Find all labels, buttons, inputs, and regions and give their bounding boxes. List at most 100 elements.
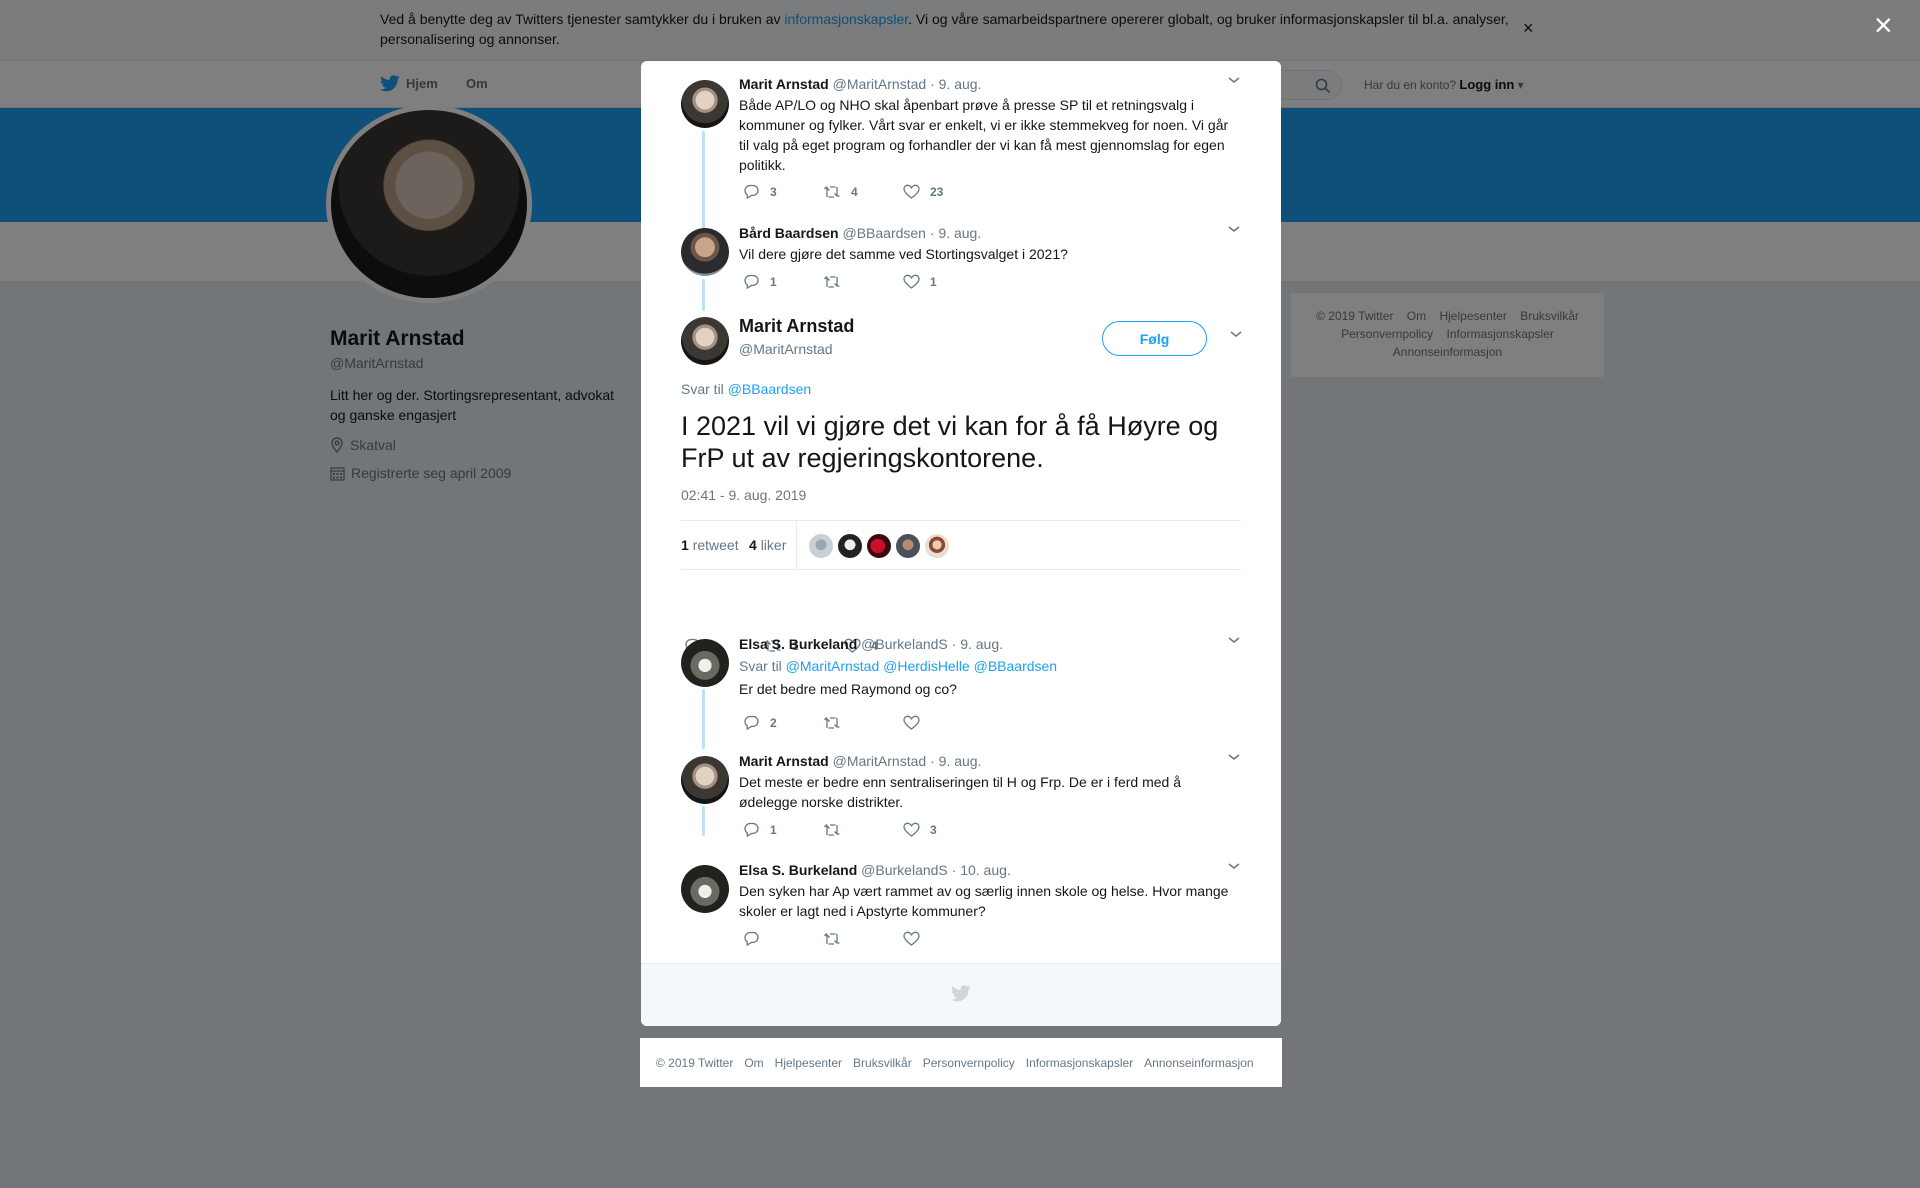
tweet-text: Vil dere gjøre det samme ved Stortingsva…	[739, 246, 1068, 262]
tweet-author-handle[interactable]: @BurkelandS	[861, 862, 948, 878]
chevron-down-icon[interactable]	[1227, 224, 1241, 234]
tweet-date[interactable]: · 9. aug.	[930, 76, 981, 92]
reply-icon	[744, 274, 759, 289]
reply-button[interactable]: 3	[743, 184, 823, 199]
tweet-author-name[interactable]: Bård Baardsen	[739, 225, 839, 241]
reply-tweet[interactable]: Marit Arnstad @MaritArnstad · 9. aug. De…	[681, 752, 1241, 852]
like-button[interactable]: 3	[903, 822, 983, 837]
reply-tweet[interactable]: Elsa S. Burkeland @BurkelandS · 10. aug.…	[681, 861, 1241, 961]
heart-icon	[903, 822, 920, 837]
reply-button[interactable]: 1	[743, 274, 823, 289]
retweet-button[interactable]	[823, 932, 903, 946]
twitter-bird-icon	[951, 985, 971, 1002]
tweet-author-handle[interactable]: @BurkelandS	[861, 636, 948, 652]
tweet-text: Det meste er bedre enn sentraliseringen …	[739, 774, 1181, 810]
retweet-icon	[824, 185, 840, 198]
tweet-author-handle[interactable]: @MaritArnstad	[833, 753, 927, 769]
reply-icon	[744, 931, 759, 946]
like-button[interactable]	[903, 931, 983, 946]
reply-button[interactable]: 1	[743, 822, 823, 837]
footer-link-cookies[interactable]: Informasjonskapsler	[1026, 1056, 1133, 1070]
tweet-text: I 2021 vil vi gjøre det vi kan for å få …	[681, 411, 1219, 473]
avatar[interactable]	[681, 639, 729, 687]
tweet-date[interactable]: · 9. aug.	[930, 753, 981, 769]
tweet-author-handle[interactable]: @MaritArnstad	[739, 341, 833, 357]
footer-link-privacy[interactable]: Personvernpolicy	[923, 1056, 1015, 1070]
tweet-actions: 3 4 23	[743, 184, 983, 199]
bottom-footer: © 2019 Twitter Om Hjelpesenter Bruksvilk…	[640, 1038, 1282, 1087]
thread-tweet[interactable]: Bård Baardsen @BBaardsen · 9. aug. Vil d…	[681, 224, 1241, 304]
tweet-date[interactable]: · 9. aug.	[952, 636, 1003, 652]
tweet-text: Både AP/LO og NHO skal åpenbart prøve å …	[739, 97, 1229, 173]
modal-footer	[641, 963, 1281, 1026]
retweet-icon	[824, 932, 840, 945]
avatar[interactable]	[681, 80, 729, 128]
footer-copyright: © 2019 Twitter	[656, 1055, 734, 1070]
tweet-author-handle[interactable]: @MaritArnstad	[833, 76, 927, 92]
heart-icon	[903, 715, 920, 730]
reply-button[interactable]	[743, 931, 823, 946]
like-count[interactable]: 4 liker	[749, 537, 786, 553]
avatar[interactable]	[838, 534, 862, 558]
retweet-button[interactable]: 4	[823, 185, 903, 199]
retweet-icon	[824, 716, 840, 729]
tweet-stats: 1 retweet 4 liker	[681, 520, 1241, 570]
heart-icon	[903, 931, 920, 946]
like-button[interactable]	[903, 715, 983, 730]
follow-button[interactable]: Følg	[1102, 321, 1207, 356]
reply-icon	[744, 184, 759, 199]
footer-link-terms[interactable]: Bruksvilkår	[853, 1056, 912, 1070]
avatar[interactable]	[681, 228, 729, 276]
liker-avatars	[809, 534, 949, 558]
retweet-button[interactable]	[823, 716, 903, 730]
like-button[interactable]: 23	[903, 184, 983, 199]
reply-handle-link[interactable]: @BBaardsen	[728, 381, 811, 397]
footer-link-about[interactable]: Om	[744, 1056, 763, 1070]
tweet-actions: 1 1	[743, 274, 983, 289]
reply-handle-links[interactable]: @MaritArnstad @HerdisHelle @BBaardsen	[786, 658, 1057, 674]
tweet-author-name[interactable]: Marit Arnstad	[739, 316, 854, 337]
avatar[interactable]	[681, 756, 729, 804]
tweet-author-name[interactable]: Elsa S. Burkeland	[739, 862, 857, 878]
tweet-text: Er det bedre med Raymond og co?	[739, 681, 957, 697]
retweet-count[interactable]: 1 retweet	[681, 537, 739, 553]
heart-icon	[903, 184, 920, 199]
avatar[interactable]	[867, 534, 891, 558]
chevron-down-icon[interactable]	[1227, 861, 1241, 871]
reply-tweet[interactable]: Elsa S. Burkeland @BurkelandS · 9. aug. …	[681, 635, 1241, 745]
footer-link-help[interactable]: Hjelpesenter	[775, 1056, 842, 1070]
chevron-down-icon[interactable]	[1227, 752, 1241, 762]
tweet-date[interactable]: · 9. aug.	[930, 225, 981, 241]
chevron-down-icon[interactable]	[1227, 635, 1241, 645]
reply-icon	[744, 822, 759, 837]
tweet-actions: 1 3	[743, 822, 983, 837]
tweet-text: Den syken har Ap vært rammet av og særli…	[739, 883, 1229, 919]
close-icon[interactable]: ×	[1874, 9, 1893, 41]
tweet-modal: Marit Arnstad @MaritArnstad · 9. aug. Bå…	[641, 61, 1281, 1026]
tweet-author-name[interactable]: Elsa S. Burkeland	[739, 636, 857, 652]
avatar[interactable]	[925, 534, 949, 558]
avatar[interactable]	[681, 317, 729, 365]
avatar[interactable]	[681, 865, 729, 913]
avatar[interactable]	[896, 534, 920, 558]
chevron-down-icon[interactable]	[1229, 329, 1243, 339]
retweet-button[interactable]	[823, 275, 903, 289]
reply-context: Svar til @BBaardsen	[681, 381, 812, 397]
retweet-button[interactable]	[823, 823, 903, 837]
reply-button[interactable]: 2	[743, 715, 823, 730]
tweet-author-handle[interactable]: @BBaardsen	[842, 225, 925, 241]
footer-link-ads[interactable]: Annonseinformasjon	[1144, 1056, 1253, 1070]
retweet-icon	[824, 275, 840, 288]
tweet-timestamp[interactable]: 02:41 - 9. aug. 2019	[681, 487, 806, 503]
tweet-actions: 2	[743, 715, 983, 730]
avatar[interactable]	[809, 534, 833, 558]
like-button[interactable]: 1	[903, 274, 983, 289]
tweet-author-name[interactable]: Marit Arnstad	[739, 753, 829, 769]
tweet-date[interactable]: · 10. aug.	[952, 862, 1011, 878]
retweet-icon	[824, 823, 840, 836]
tweet-author-name[interactable]: Marit Arnstad	[739, 76, 829, 92]
thread-tweet[interactable]: Marit Arnstad @MaritArnstad · 9. aug. Bå…	[681, 75, 1241, 215]
chevron-down-icon[interactable]	[1227, 75, 1241, 85]
heart-icon	[903, 274, 920, 289]
reply-icon	[744, 715, 759, 730]
